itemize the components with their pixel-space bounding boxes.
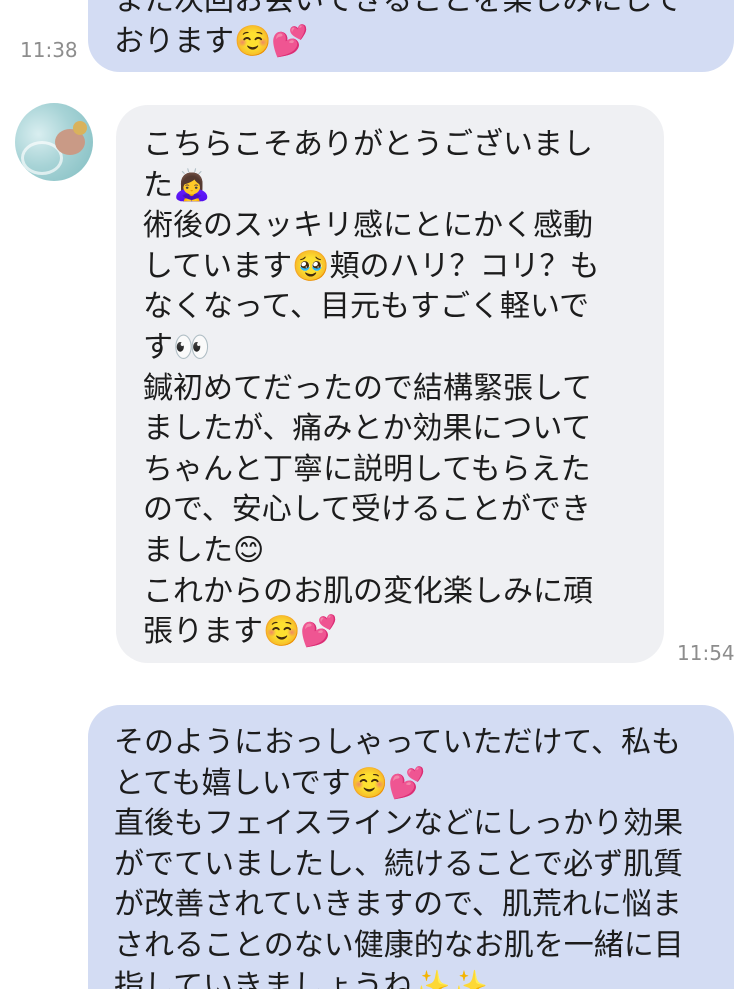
message-timestamp: 11:38 xyxy=(20,38,78,62)
outgoing-message-bubble[interactable]: そのようにおっしゃっていただけて、私も とても嬉しいです☺️💕 直後もフェイスラ… xyxy=(88,705,734,989)
avatar[interactable] xyxy=(15,103,93,181)
message-timestamp: 11:54 xyxy=(677,641,735,665)
incoming-message-bubble[interactable]: こちらこそありがとうございまし た🙇‍♀️ 術後のスッキリ感にとにかく感動 して… xyxy=(116,105,664,663)
chat-screen: 11:38 また次回お会いできることを楽しみにして おります☺️💕 こちらこそあ… xyxy=(0,0,750,989)
avatar-photo-detail xyxy=(73,121,87,135)
outgoing-message-bubble[interactable]: また次回お会いできることを楽しみにして おります☺️💕 xyxy=(88,0,734,72)
